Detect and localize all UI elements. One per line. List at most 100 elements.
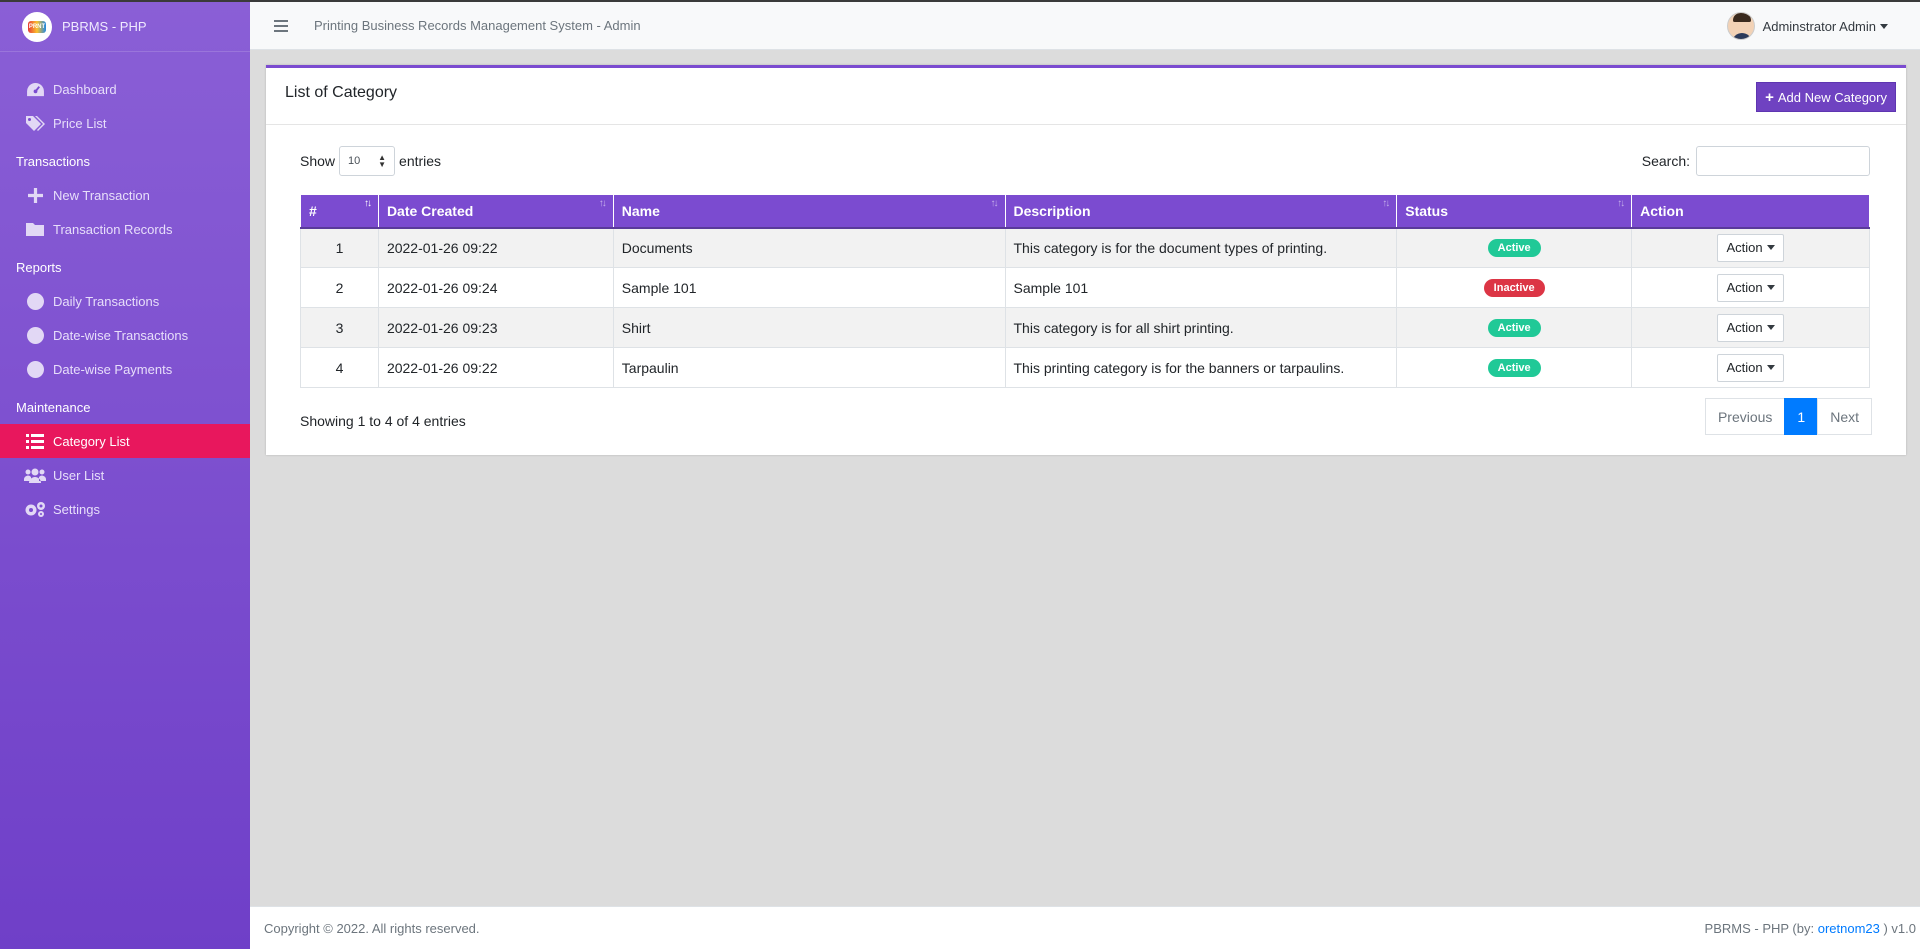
menu-toggle-icon[interactable] [274,19,288,32]
column-header-action: Action [1631,194,1870,229]
cell-action: Action [1631,227,1870,268]
column-header-name[interactable]: Name ↑↓ [612,194,1006,229]
caret-down-icon [1766,365,1775,370]
pagination-page-1[interactable]: 1 [1784,398,1819,435]
logo-mark: PRNT [28,20,46,33]
status-badge: Active [1487,359,1541,377]
category-card: List of Category + Add New Category Show… [266,65,1906,455]
table-row: 1 2022-01-26 09:22 Documents This catego… [300,227,1870,268]
column-header-number[interactable]: # ↑↓ [300,194,379,229]
header-label: # [309,202,317,219]
cell-number: 1 [300,227,379,268]
page-title: List of Category [285,84,398,101]
plus-icon [24,187,46,203]
cell-action: Action [1631,347,1870,388]
dashboard-icon [24,82,46,97]
sidebar-item-price-list[interactable]: Price List [0,106,250,140]
sidebar-item-dashboard[interactable]: Dashboard [0,72,250,106]
sidebar-item-category-list[interactable]: Category List [0,424,250,458]
category-table: # ↑↓ Date Created ↑↓ Name ↑↓ Description ↑↓ … [300,194,1870,388]
cell-number: 2 [300,267,379,308]
sidebar-item-date-wise-payments[interactable]: Date-wise Payments [0,352,250,386]
entries-label: entries [399,153,442,169]
entries-select[interactable]: 10 ▲ ▼ [339,146,396,176]
sidebar-item-daily-transactions[interactable]: Daily Transactions [0,284,250,318]
action-label: Action [1726,360,1763,375]
cell-description: This category is for the document types … [1004,227,1398,268]
action-label: Action [1726,320,1763,335]
cell-description: Sample 101 [1004,267,1398,308]
action-dropdown-button[interactable]: Action [1717,313,1784,342]
cell-action: Action [1631,307,1870,348]
user-name: Adminstrator Admin [1762,18,1876,34]
credits-prefix: PBRMS - PHP (by: [1704,921,1818,936]
sort-icon: ↑↓ [1382,198,1390,209]
select-arrows-icon: ▲ ▼ [378,153,387,169]
column-header-status[interactable]: Status ↑↓ [1396,194,1633,229]
column-header-description[interactable]: Description ↑↓ [1004,194,1398,229]
sidebar-item-label: Daily Transactions [53,293,160,309]
tags-icon [24,115,46,131]
header-label: Date Created [386,202,474,219]
cell-number: 3 [300,307,379,348]
cell-description: This category is for all shirt printing. [1004,307,1398,348]
column-header-date-created[interactable]: Date Created ↑↓ [377,194,614,229]
cell-action: Action [1631,267,1870,308]
footer: Copyright © 2022. All rights reserved. P… [250,906,1920,949]
folder-icon [24,222,46,236]
header-label: Status [1405,202,1449,219]
action-dropdown-button[interactable]: Action [1717,353,1784,382]
table-header-row: # ↑↓ Date Created ↑↓ Name ↑↓ Description ↑↓ … [300,194,1870,229]
sidebar-item-date-wise-transactions[interactable]: Date-wise Transactions [0,318,250,352]
sort-icon: ↑↓ [1617,198,1625,209]
card-header: List of Category + Add New Category [266,68,1906,125]
sidebar-item-label: Transaction Records [53,221,173,237]
status-badge: Active [1487,319,1541,337]
cogs-icon [24,501,46,518]
user-menu[interactable]: Adminstrator Admin [1726,12,1888,40]
search-input[interactable] [1696,146,1870,176]
system-title: Printing Business Records Management Sys… [314,18,641,33]
table-info: Showing 1 to 4 of 4 entries [300,413,466,429]
sidebar-item-transaction-records[interactable]: Transaction Records [0,212,250,246]
sidebar-item-label: User List [53,467,105,483]
sidebar-item-settings[interactable]: Settings [0,492,250,526]
caret-down-icon [1766,285,1775,290]
author-link[interactable]: oretnom23 [1818,921,1880,936]
circle-icon [24,360,46,378]
action-dropdown-button[interactable]: Action [1717,273,1784,302]
sidebar-header-reports: Reports [16,259,62,275]
caret-down-icon [1880,23,1888,29]
pagination-previous[interactable]: Previous [1704,398,1786,435]
cell-date-created: 2022-01-26 09:23 [377,307,614,348]
cell-date-created: 2022-01-26 09:24 [377,267,614,308]
entries-value: 10 [348,155,361,167]
sidebar-item-label: Date-wise Transactions [53,327,189,343]
sidebar-item-label: Price List [53,115,107,131]
avatar [1726,12,1755,40]
show-label: Show [300,153,336,169]
pagination: Previous 1 Next [1704,398,1872,435]
sidebar-item-label: New Transaction [53,187,150,203]
cell-number: 4 [300,347,379,388]
sidebar-item-user-list[interactable]: User List [0,458,250,492]
entries-length: Show 10 ▲ ▼ entries [300,146,441,176]
add-new-category-button[interactable]: + Add New Category [1756,82,1896,112]
search-box: Search: [1642,146,1870,176]
brand[interactable]: PRNT PBRMS - PHP [0,2,250,52]
add-new-category-label: Add New Category [1777,89,1887,105]
header-label: Description [1013,202,1091,219]
sort-icon: ↑↓ [990,198,999,209]
sidebar-item-new-transaction[interactable]: New Transaction [0,178,250,212]
caret-down-icon [1766,245,1775,251]
pagination-next[interactable]: Next [1817,398,1872,435]
users-icon [24,468,46,483]
circle-icon [24,292,46,310]
cell-name: Shirt [612,307,1006,348]
action-dropdown-button[interactable]: Action [1717,233,1784,262]
table-row: 4 2022-01-26 09:22 Tarpaulin This printi… [300,347,1870,388]
caret-down-icon [1766,325,1775,330]
table-row: 3 2022-01-26 09:23 Shirt This category i… [300,307,1870,348]
cell-date-created: 2022-01-26 09:22 [377,347,614,388]
sidebar-item-label: Date-wise Payments [53,361,173,377]
